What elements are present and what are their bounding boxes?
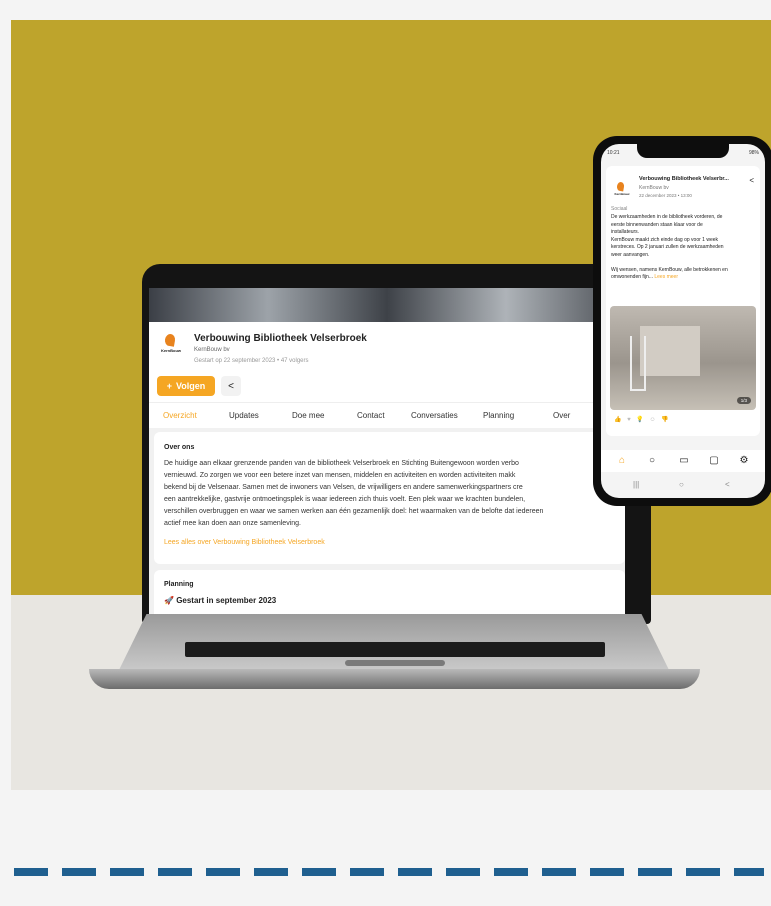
logo-icon [616, 181, 625, 192]
logo-text: KernBouw [161, 348, 181, 353]
planning-title: Planning [164, 581, 194, 588]
post-line: De werkzaamheden in de bibliotheek vorde… [611, 214, 723, 220]
project-organization[interactable]: KernBouw bv [194, 347, 230, 353]
about-text: De huidige aan elkaar grenzende panden v… [164, 458, 619, 530]
chat-icon[interactable]: ▭ [677, 454, 691, 468]
post-line-end: omwonenden fijn... [611, 274, 653, 280]
about-title: Over ons [164, 444, 195, 451]
post-line: weer aanvangen. [611, 251, 650, 258]
laptop-base [89, 614, 700, 692]
planning-card: Planning 🚀 Gestart in september 2023 [154, 570, 625, 616]
phone-screen: 10:21 98% KernBouw Verbouwing Bibliothee… [601, 144, 765, 498]
post-line: kerstreces. Op 2 januari zullen de werkz… [611, 244, 724, 250]
rocket-icon: 🚀 [164, 596, 177, 605]
about-line: verschillen overbruggen en waar we samen… [164, 508, 544, 515]
home-circle-icon[interactable]: ○ [679, 480, 684, 489]
post-line: Wij wensen, namens KernBouw, alle betrok… [611, 266, 728, 273]
gear-icon[interactable]: ⚙ [737, 454, 751, 468]
home-icon[interactable]: ⌂ [615, 454, 629, 468]
tab-updates[interactable]: Updates [229, 411, 259, 420]
photo-wall [640, 326, 700, 376]
dash [206, 868, 240, 876]
about-line: De huidige aan elkaar grenzende panden v… [164, 460, 519, 467]
reaction-icons[interactable]: 👍 ♥ 💡 ☺ 👎 [614, 416, 671, 423]
tab-over[interactable]: Over [553, 411, 570, 420]
laptop-keyboard [185, 642, 605, 657]
dash [638, 868, 672, 876]
project-banner-image [149, 288, 625, 322]
laptop-trackpad [345, 660, 445, 666]
dash [62, 868, 96, 876]
dash [542, 868, 576, 876]
logo-text: KernBouw [614, 192, 630, 196]
tab-conversaties[interactable]: Conversaties [411, 411, 458, 420]
search-icon[interactable]: ○ [645, 454, 659, 468]
recent-apps-icon[interactable]: ||| [633, 480, 639, 489]
back-icon[interactable]: < [725, 480, 730, 489]
about-card: Over ons De huidige aan elkaar grenzende… [154, 432, 625, 564]
dash [158, 868, 192, 876]
dash [254, 868, 288, 876]
project-meta: Gestart op 22 september 2023 • 47 volger… [194, 358, 309, 364]
dashed-divider [0, 868, 771, 880]
follow-label: Volgen [175, 381, 206, 391]
read-all-link[interactable]: Lees alles over Verbouwing Bibliotheek V… [164, 539, 325, 546]
share-icon: < [228, 380, 234, 392]
dash [590, 868, 624, 876]
post-line [611, 259, 757, 267]
post-category: Sociaal [611, 206, 628, 212]
post-organization: KernBouw bv [639, 185, 669, 191]
post-line: eerste binnenwanden staan klaar voor de [611, 221, 703, 228]
post-date: 22 december 2023 • 13:00 [639, 193, 692, 198]
share-icon[interactable]: < [749, 176, 754, 185]
laptop-front-edge [89, 669, 700, 689]
post-line: KernBouw maakt zich einde dag op voor 1 … [611, 236, 719, 243]
project-tabs: Overzicht Updates Doe mee Contact Conver… [149, 402, 625, 428]
android-nav-bar: ||| ○ < [601, 474, 765, 498]
post-line: installateurs. [611, 229, 640, 235]
kernbouw-logo: KernBouw [157, 333, 185, 360]
project-title: Verbouwing Bibliotheek Velserbroek [194, 333, 367, 344]
dash [302, 868, 336, 876]
dash [110, 868, 144, 876]
dash [14, 868, 48, 876]
follow-button[interactable]: + Volgen [157, 376, 215, 396]
dash [446, 868, 480, 876]
planning-status-text: Gestart in september 2023 [176, 596, 277, 605]
phone-notch [637, 144, 729, 158]
post-line: omwonenden fijn... Lees meer [611, 274, 757, 282]
dash [494, 868, 528, 876]
status-battery: 98% [748, 150, 759, 156]
about-line: bekend bij de Velsenaar. Samen met de in… [164, 484, 523, 491]
post-text: De werkzaamheden in de bibliotheek vorde… [611, 214, 757, 282]
post-photo[interactable]: 1/3 [610, 306, 756, 410]
dash [398, 868, 432, 876]
dash [734, 868, 764, 876]
about-line: vernieuwd. Zo zorgen we voor een betere … [164, 472, 516, 479]
tab-overzicht[interactable]: Overzicht [163, 411, 197, 420]
dash [686, 868, 720, 876]
logo-icon [164, 333, 176, 347]
post-logo: KernBouw [612, 181, 632, 200]
update-post[interactable]: KernBouw Verbouwing Bibliotheek Velserbr… [606, 166, 760, 436]
image-counter: 1/3 [736, 397, 751, 404]
folder-icon[interactable]: ▢ [707, 454, 721, 468]
plus-icon: + [166, 381, 172, 391]
post-title: Verbouwing Bibliotheek Velserbr... [639, 176, 729, 182]
share-button[interactable]: < [221, 376, 241, 396]
bottom-nav: ⌂ ○ ▭ ▢ ⚙ [601, 450, 765, 472]
read-more-link[interactable]: Lees meer [654, 274, 678, 280]
about-line: actief mee kan doen aan onze samenleving… [164, 520, 301, 527]
tab-doe-mee[interactable]: Doe mee [292, 411, 324, 420]
photo-scaffold [630, 336, 646, 391]
laptop-screen: KernBouw Verbouwing Bibliotheek Velserbr… [149, 288, 625, 616]
planning-status: 🚀 Gestart in september 2023 [164, 596, 276, 605]
status-time: 10:21 [607, 150, 620, 156]
dash [350, 868, 384, 876]
tab-planning[interactable]: Planning [483, 411, 514, 420]
tab-contact[interactable]: Contact [357, 411, 385, 420]
about-line: een aantrekkelijke, gastvrije ontmoeting… [164, 496, 526, 503]
marketing-stage: KernBouw Verbouwing Bibliotheek Velserbr… [11, 20, 771, 790]
